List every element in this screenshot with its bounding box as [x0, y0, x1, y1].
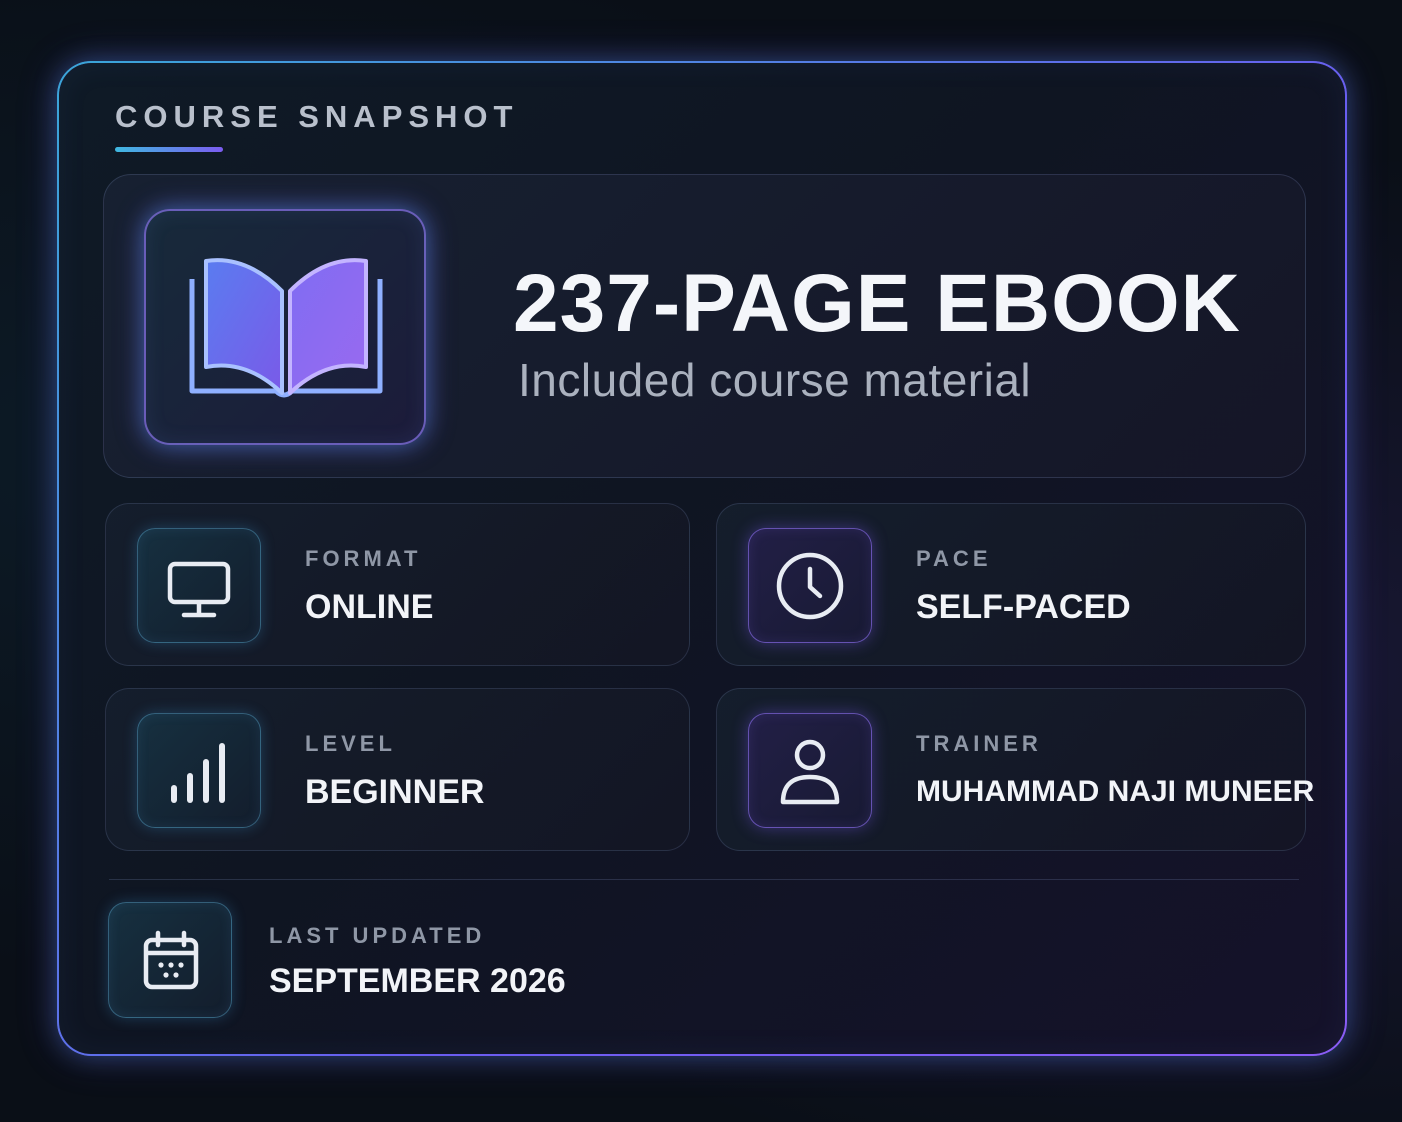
course-snapshot-card: COURSE SNAPSHOT 237-PAGE EBOOK Included …	[57, 61, 1347, 1056]
ebook-title: 237-PAGE EBOOK	[513, 258, 1241, 349]
bar-chart-icon	[171, 743, 225, 803]
level-value: BEGINNER	[305, 773, 485, 811]
heading-underline	[115, 147, 223, 152]
level-tile: LEVEL BEGINNER	[105, 688, 690, 851]
ebook-icon-box	[144, 209, 426, 445]
open-book-icon	[189, 258, 383, 398]
format-label: FORMAT	[305, 546, 422, 571]
format-icon-box	[137, 528, 261, 643]
pace-tile: PACE SELF-PACED	[716, 503, 1306, 666]
clock-icon	[776, 552, 844, 620]
monitor-icon	[167, 561, 231, 618]
section-heading: COURSE SNAPSHOT	[115, 99, 519, 134]
user-icon	[780, 739, 840, 805]
pace-value: SELF-PACED	[916, 588, 1131, 626]
pace-label: PACE	[916, 546, 992, 571]
trainer-label: TRAINER	[916, 731, 1042, 756]
last-updated-label: LAST UPDATED	[269, 923, 486, 948]
format-tile: FORMAT ONLINE	[105, 503, 690, 666]
section-divider	[109, 879, 1299, 880]
trainer-icon-box	[748, 713, 872, 828]
ebook-hero-panel: 237-PAGE EBOOK Included course material	[103, 174, 1306, 478]
level-label: LEVEL	[305, 731, 396, 756]
format-value: ONLINE	[305, 588, 434, 626]
level-icon-box	[137, 713, 261, 828]
calendar-icon	[143, 930, 199, 990]
pace-icon-box	[748, 528, 872, 643]
trainer-value: MUHAMMAD NAJI MUNEER	[916, 775, 1315, 808]
ebook-subtitle: Included course material	[518, 354, 1032, 406]
last-updated-value: SEPTEMBER 2026	[269, 962, 566, 1000]
trainer-tile: TRAINER MUHAMMAD NAJI MUNEER	[716, 688, 1314, 851]
updated-icon-box	[108, 902, 232, 1018]
